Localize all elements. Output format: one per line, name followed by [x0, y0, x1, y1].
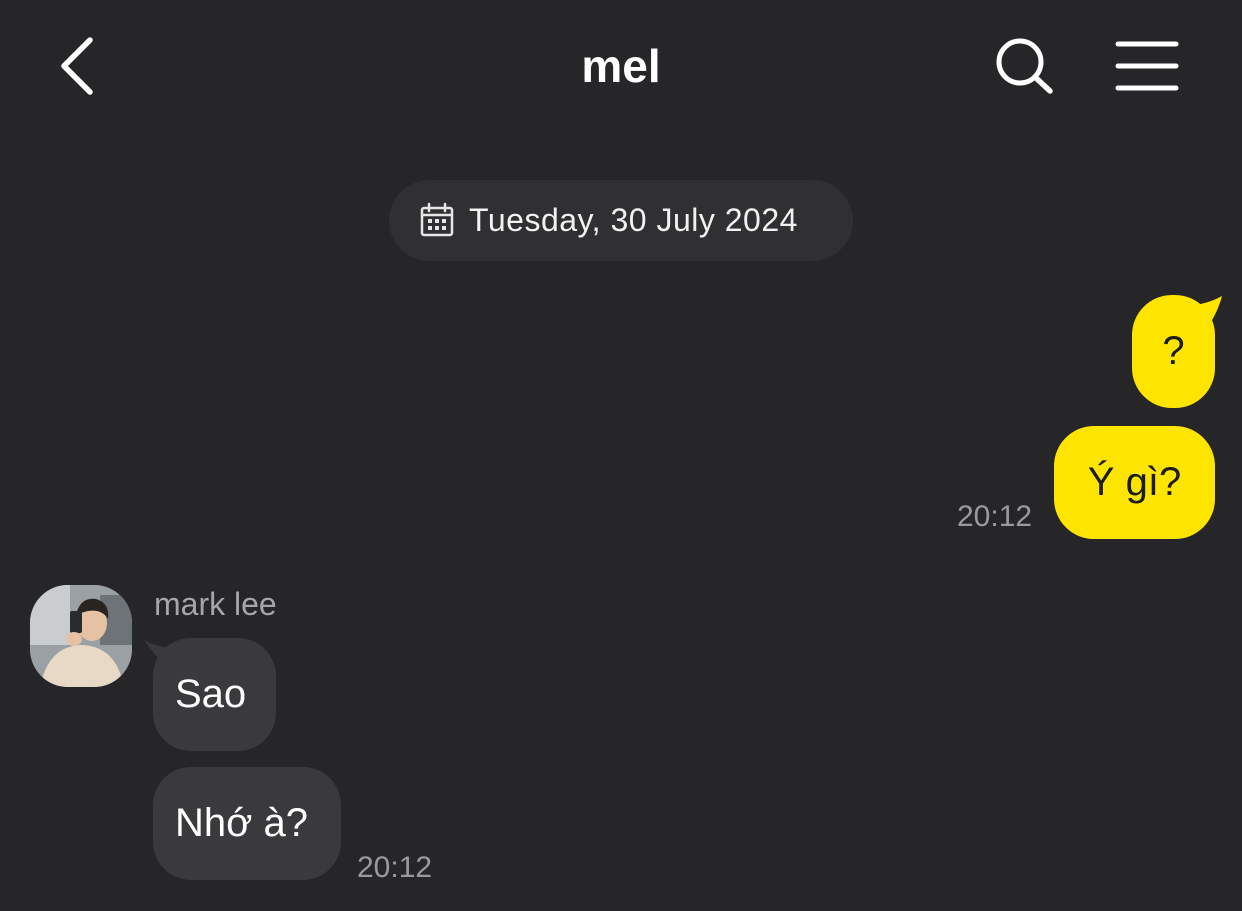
- calendar-icon: [420, 202, 454, 237]
- message-timestamp: 20:12: [357, 851, 433, 884]
- message-timestamp: 20:12: [957, 500, 1033, 533]
- incoming-message[interactable]: Nhớ à?: [153, 767, 341, 880]
- avatar[interactable]: [30, 585, 132, 687]
- date-separator-text: Tuesday, 30 July 2024: [469, 202, 798, 238]
- hamburger-menu-icon: [1115, 41, 1179, 91]
- menu-button[interactable]: [1108, 36, 1184, 96]
- outgoing-message[interactable]: ?: [1132, 295, 1215, 408]
- incoming-message[interactable]: Sao: [153, 638, 276, 751]
- search-icon: [996, 38, 1053, 94]
- profile-photo: [30, 585, 132, 687]
- chat-header: mel: [0, 0, 1242, 130]
- outgoing-message[interactable]: Ý gì?: [1054, 426, 1215, 539]
- date-separator: Tuesday, 30 July 2024: [389, 180, 853, 261]
- sender-name: mark lee: [154, 586, 277, 622]
- search-button[interactable]: [992, 34, 1058, 98]
